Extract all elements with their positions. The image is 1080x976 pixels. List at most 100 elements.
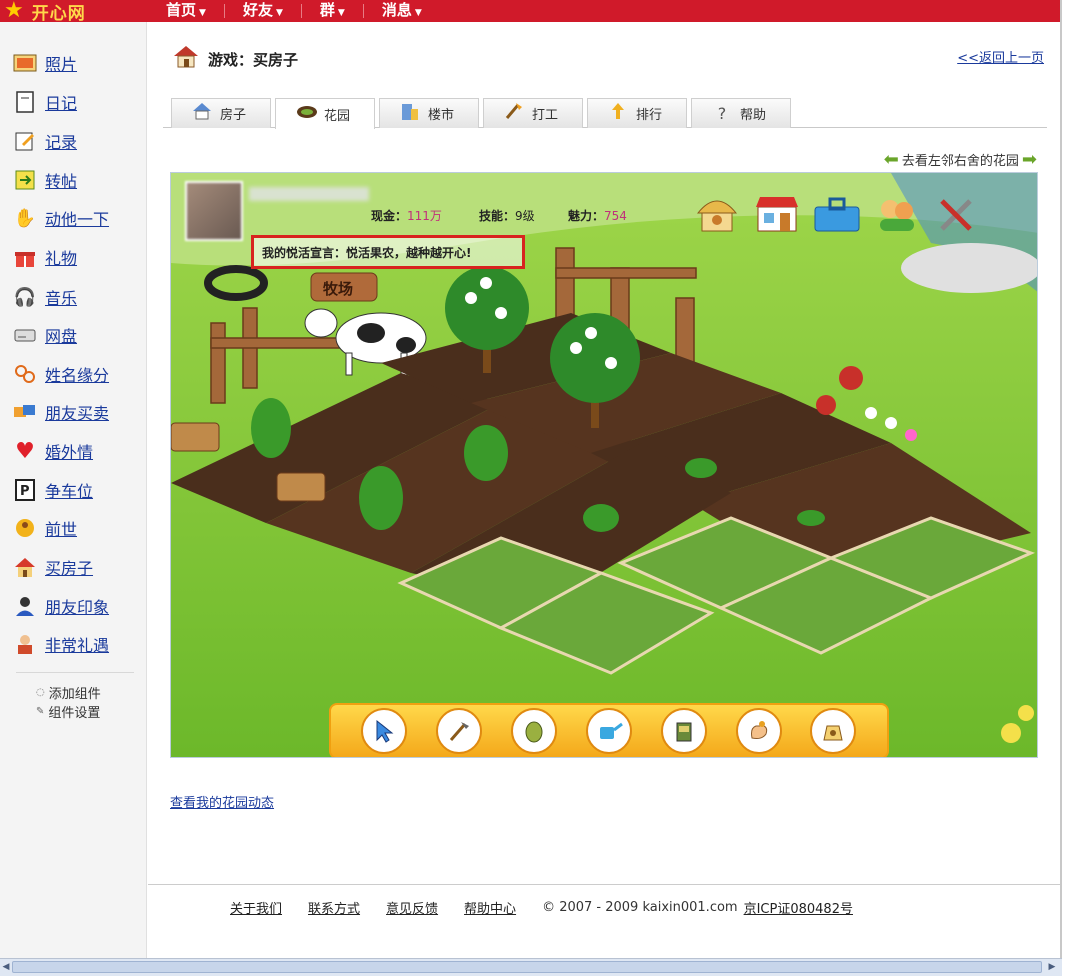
tab-ranking[interactable]: 排行 xyxy=(587,98,687,128)
charm-label: 魅力： xyxy=(568,209,605,223)
arrow-right-icon: ➡ xyxy=(1021,149,1037,170)
watering-can-icon[interactable] xyxy=(585,708,632,754)
footer-help-link[interactable]: 帮助中心 xyxy=(464,898,516,917)
neighbors-link[interactable]: 去看左邻右舍的花园 xyxy=(902,150,1019,169)
chevron-down-icon: ▼ xyxy=(275,8,283,18)
page-title-text: 游戏：买房子 xyxy=(208,50,299,69)
seed-icon[interactable] xyxy=(511,708,558,754)
nav-messages[interactable]: 消息 ▼ xyxy=(364,0,440,22)
sidebar-item-special-gift[interactable]: 非常礼遇 xyxy=(12,631,109,657)
top-nav: 首页 ▼ 好友 ▼ 群 ▼ 消息 ▼ xyxy=(148,0,440,22)
photo-icon xyxy=(12,51,38,75)
shop-icon[interactable] xyxy=(749,189,805,239)
game-top-icons xyxy=(685,189,985,239)
tab-label: 打工 xyxy=(532,108,559,123)
component-settings-label: 组件设置 xyxy=(48,706,101,721)
nav-friends[interactable]: 好友 ▼ xyxy=(225,0,301,22)
building-icon xyxy=(400,101,420,126)
charm-stat: 魅力：754 xyxy=(568,207,627,224)
sidebar-item-netdisk[interactable]: 网盘 xyxy=(12,322,77,348)
horizontal-scrollbar[interactable]: ◀ ▶ xyxy=(0,958,1062,976)
sidebar-item-label: 姓名缘分 xyxy=(45,366,110,385)
sidebar-item-label: 礼物 xyxy=(45,249,78,268)
footer-feedback-link[interactable]: 意见反馈 xyxy=(386,898,438,917)
tab-help[interactable]: ? 帮助 xyxy=(691,98,791,128)
logo-text: 开心网 xyxy=(31,3,86,24)
icp-link[interactable]: 京ICP证080482号 xyxy=(744,898,853,917)
sidebar-item-diary[interactable]: 日记 xyxy=(12,89,77,115)
nav-groups[interactable]: 群 ▼ xyxy=(302,0,363,22)
sidebar-item-records[interactable]: 记录 xyxy=(12,128,77,154)
sidebar-item-past-life[interactable]: 前世 xyxy=(12,515,77,541)
seed-bag-icon[interactable] xyxy=(810,708,857,754)
copyright-text: © 2007 - 2009 kaixin001.com xyxy=(542,900,738,915)
tab-garden[interactable]: 花园 xyxy=(275,98,375,129)
garden-game-canvas[interactable]: 牧场 现金：111万 技能：9级 魅力：754 我的悦活宣言：悦活果农，越种越开… xyxy=(170,172,1038,758)
footer-links: 关于我们 联系方式 意见反馈 帮助中心 © 2007 - 2009 kaixin… xyxy=(230,898,853,917)
tab-label: 房子 xyxy=(220,108,247,123)
scroll-right-icon[interactable]: ▶ xyxy=(1046,961,1058,973)
svg-text:P: P xyxy=(20,484,30,499)
house-icon xyxy=(172,44,200,74)
sidebar-divider xyxy=(16,672,134,673)
top-bar: ★ 开心网 首页 ▼ 好友 ▼ 群 ▼ 消息 ▼ xyxy=(0,0,1060,24)
hoe-icon[interactable] xyxy=(436,708,483,754)
tab-house[interactable]: 房子 xyxy=(171,98,271,128)
friends-icon[interactable] xyxy=(869,189,925,239)
sidebar-item-label: 转帖 xyxy=(45,172,78,191)
tab-work[interactable]: 打工 xyxy=(483,98,583,128)
sidebar-item-affair[interactable]: ♥ 婚外情 xyxy=(12,438,93,464)
sidebar-item-name-fate[interactable]: 姓名缘分 xyxy=(12,361,109,387)
harvest-hand-icon[interactable] xyxy=(735,708,782,754)
chevron-down-icon: ▼ xyxy=(337,8,345,18)
sidebar-item-parking[interactable]: P 争车位 xyxy=(12,477,93,503)
sidebar-item-label: 非常礼遇 xyxy=(45,636,110,655)
tab-property-market[interactable]: 楼市 xyxy=(379,98,479,128)
back-link[interactable]: <<返回上一页 xyxy=(957,47,1044,66)
cursor-icon[interactable] xyxy=(361,708,408,754)
component-settings-link[interactable]: ✎ 组件设置 xyxy=(36,702,100,721)
footer: 关于我们 联系方式 意见反馈 帮助中心 © 2007 - 2009 kaixin… xyxy=(148,884,1060,958)
tab-bar: 房子 花园 楼市 打工 排行 ? 帮助 xyxy=(163,98,1047,129)
site-logo[interactable]: ★ 开心网 xyxy=(0,0,148,24)
gift-person-icon xyxy=(12,632,38,656)
game-toolbar xyxy=(329,703,889,757)
add-component-label: 添加组件 xyxy=(48,687,101,702)
scroll-thumb[interactable] xyxy=(12,961,1042,973)
view-garden-activity-link[interactable]: 查看我的花园动态 xyxy=(170,792,274,811)
add-component-link[interactable]: ◌ 添加组件 xyxy=(36,683,101,702)
sidebar-item-friend-impression[interactable]: 朋友印象 xyxy=(12,593,109,619)
chevron-down-icon: ▼ xyxy=(199,8,206,18)
scroll-left-icon[interactable]: ◀ xyxy=(0,961,12,973)
farm-sign-text: 牧场 xyxy=(323,280,353,298)
skill-label: 技能： xyxy=(479,209,516,223)
footer-about-link[interactable]: 关于我们 xyxy=(230,898,282,917)
sidebar-item-buy-house[interactable]: 买房子 xyxy=(12,554,93,580)
neighbors-garden-nav[interactable]: ⬅ 去看左邻右舍的花园 ➡ xyxy=(881,149,1040,170)
fertilizer-icon[interactable] xyxy=(660,708,707,754)
poke-icon: ✋ xyxy=(13,207,37,229)
toolbox-icon[interactable] xyxy=(809,189,865,239)
nav-home[interactable]: 首页 ▼ xyxy=(148,0,224,22)
help-icon: ? xyxy=(717,104,727,123)
headphones-icon: 🎧 xyxy=(13,286,37,308)
barn-icon[interactable] xyxy=(689,189,745,239)
sidebar-item-music[interactable]: 🎧 音乐 xyxy=(12,284,77,310)
sidebar-item-friend-trade[interactable]: 朋友买卖 xyxy=(12,399,109,425)
ranking-icon xyxy=(608,101,628,126)
sidebar-item-label: 网盘 xyxy=(45,327,78,346)
arrow-left-icon: ⬅ xyxy=(883,149,899,170)
sidebar-item-gift[interactable]: 礼物 xyxy=(12,244,77,270)
sidebar-item-repost[interactable]: 转帖 xyxy=(12,167,77,193)
farm-sign: 牧场 xyxy=(310,272,378,302)
avatar[interactable] xyxy=(185,181,243,241)
sidebar-item-poke[interactable]: ✋ 动他一下 xyxy=(12,205,109,231)
footer-contact-link[interactable]: 联系方式 xyxy=(308,898,360,917)
cash-label: 现金： xyxy=(371,209,408,223)
heart-icon: ♥ xyxy=(15,438,35,464)
sidebar-item-photos[interactable]: 照片 xyxy=(12,50,77,76)
chevron-down-icon: ▼ xyxy=(414,8,422,18)
sidebar-item-label: 婚外情 xyxy=(45,443,94,462)
player-motto: 我的悦活宣言：悦活果农，越种越开心! xyxy=(251,235,525,269)
tools-icon[interactable] xyxy=(929,189,985,239)
